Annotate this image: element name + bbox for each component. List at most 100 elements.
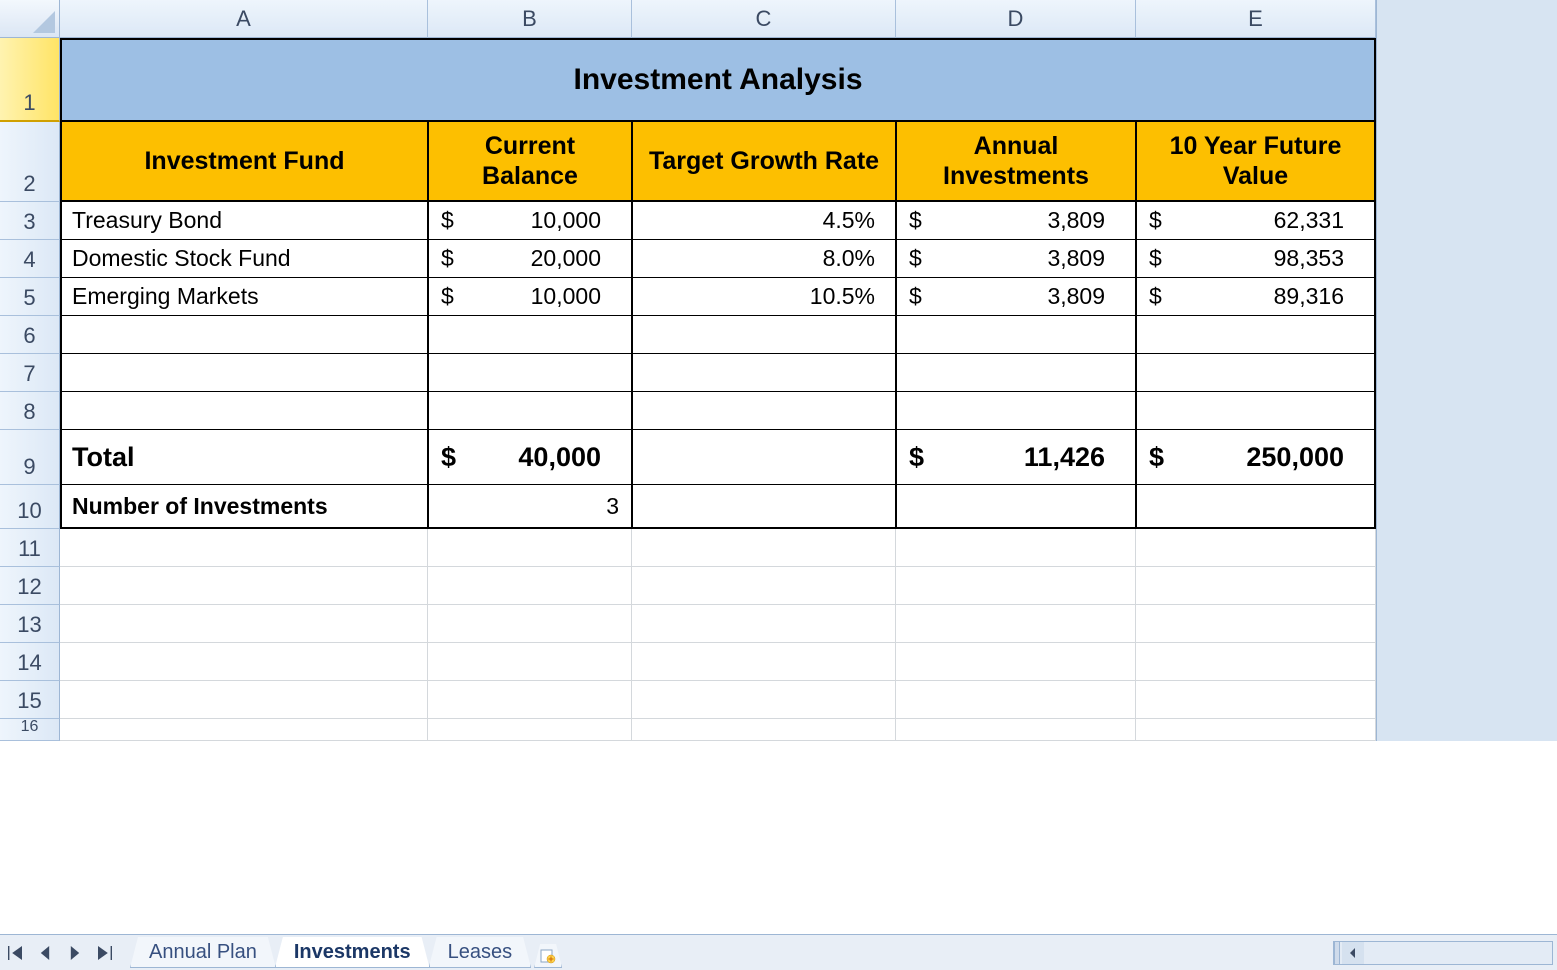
row-header-13[interactable]: 13 — [0, 605, 60, 643]
cell-B8[interactable] — [428, 392, 632, 430]
splitter-handle[interactable] — [1334, 942, 1340, 964]
cell-A11[interactable] — [60, 529, 428, 567]
cell-D11[interactable] — [896, 529, 1136, 567]
cell-E6[interactable] — [1136, 316, 1376, 354]
tab-leases[interactable]: Leases — [429, 937, 532, 968]
cell-D14[interactable] — [896, 643, 1136, 681]
header-balance[interactable]: Current Balance — [428, 122, 632, 202]
cell-E10[interactable] — [1136, 485, 1376, 529]
row-header-4[interactable]: 4 — [0, 240, 60, 278]
cell-D10[interactable] — [896, 485, 1136, 529]
cell-B12[interactable] — [428, 567, 632, 605]
cell-E7[interactable] — [1136, 354, 1376, 392]
new-sheet-button[interactable] — [534, 944, 562, 968]
last-sheet-button[interactable] — [92, 940, 118, 966]
cell-A5[interactable]: Emerging Markets — [60, 278, 428, 316]
cell-E16[interactable] — [1136, 719, 1376, 741]
col-header-D[interactable]: D — [896, 0, 1136, 38]
col-header-A[interactable]: A — [60, 0, 428, 38]
cell-C7[interactable] — [632, 354, 896, 392]
cell-B10[interactable]: 3 — [428, 485, 632, 529]
col-header-B[interactable]: B — [428, 0, 632, 38]
cell-B15[interactable] — [428, 681, 632, 719]
row-header-3[interactable]: 3 — [0, 202, 60, 240]
title-cell[interactable]: Investment Analysis — [60, 38, 1376, 122]
row-header-9[interactable]: 9 — [0, 430, 60, 485]
header-fund[interactable]: Investment Fund — [60, 122, 428, 202]
cell-C13[interactable] — [632, 605, 896, 643]
cell-A8[interactable] — [60, 392, 428, 430]
cell-C12[interactable] — [632, 567, 896, 605]
cell-D4[interactable]: $3,809 — [896, 240, 1136, 278]
cell-E14[interactable] — [1136, 643, 1376, 681]
cell-D7[interactable] — [896, 354, 1136, 392]
cell-E15[interactable] — [1136, 681, 1376, 719]
cell-C11[interactable] — [632, 529, 896, 567]
row-header-6[interactable]: 6 — [0, 316, 60, 354]
cell-B4[interactable]: $20,000 — [428, 240, 632, 278]
row-header-11[interactable]: 11 — [0, 529, 60, 567]
row-header-16[interactable]: 16 — [0, 719, 60, 741]
cell-D15[interactable] — [896, 681, 1136, 719]
cell-A14[interactable] — [60, 643, 428, 681]
cell-A12[interactable] — [60, 567, 428, 605]
prev-sheet-button[interactable] — [32, 940, 58, 966]
cell-C15[interactable] — [632, 681, 896, 719]
tab-annual-plan[interactable]: Annual Plan — [130, 937, 276, 968]
cell-E5[interactable]: $89,316 — [1136, 278, 1376, 316]
tab-investments[interactable]: Investments — [275, 937, 430, 968]
col-header-C[interactable]: C — [632, 0, 896, 38]
cell-E8[interactable] — [1136, 392, 1376, 430]
col-header-E[interactable]: E — [1136, 0, 1376, 38]
cell-B16[interactable] — [428, 719, 632, 741]
row-header-15[interactable]: 15 — [0, 681, 60, 719]
cell-C5[interactable]: 10.5% — [632, 278, 896, 316]
cell-E12[interactable] — [1136, 567, 1376, 605]
cell-C3[interactable]: 4.5% — [632, 202, 896, 240]
header-future[interactable]: 10 Year Future Value — [1136, 122, 1376, 202]
cell-B3[interactable]: $10,000 — [428, 202, 632, 240]
cell-B7[interactable] — [428, 354, 632, 392]
cell-B6[interactable] — [428, 316, 632, 354]
cell-D13[interactable] — [896, 605, 1136, 643]
cell-E11[interactable] — [1136, 529, 1376, 567]
cell-A6[interactable] — [60, 316, 428, 354]
cell-A7[interactable] — [60, 354, 428, 392]
row-header-1[interactable]: 1 — [0, 38, 60, 122]
cell-B5[interactable]: $10,000 — [428, 278, 632, 316]
cell-D5[interactable]: $3,809 — [896, 278, 1136, 316]
cell-C8[interactable] — [632, 392, 896, 430]
cell-B9[interactable]: $40,000 — [428, 430, 632, 485]
cell-D16[interactable] — [896, 719, 1136, 741]
cell-A13[interactable] — [60, 605, 428, 643]
select-all-corner[interactable] — [0, 0, 60, 38]
cell-A10-count-label[interactable]: Number of Investments — [60, 485, 428, 529]
header-rate[interactable]: Target Growth Rate — [632, 122, 896, 202]
cell-B11[interactable] — [428, 529, 632, 567]
cell-D6[interactable] — [896, 316, 1136, 354]
scroll-left-button[interactable] — [1342, 942, 1364, 964]
cell-B14[interactable] — [428, 643, 632, 681]
cell-E3[interactable]: $62,331 — [1136, 202, 1376, 240]
cell-C16[interactable] — [632, 719, 896, 741]
first-sheet-button[interactable] — [2, 940, 28, 966]
horizontal-scrollbar[interactable] — [1333, 941, 1553, 965]
row-header-8[interactable]: 8 — [0, 392, 60, 430]
cell-A4[interactable]: Domestic Stock Fund — [60, 240, 428, 278]
header-annual[interactable]: Annual Investments — [896, 122, 1136, 202]
cell-C14[interactable] — [632, 643, 896, 681]
cell-C9[interactable] — [632, 430, 896, 485]
cell-C6[interactable] — [632, 316, 896, 354]
row-header-5[interactable]: 5 — [0, 278, 60, 316]
row-header-10[interactable]: 10 — [0, 485, 60, 529]
row-header-2[interactable]: 2 — [0, 122, 60, 202]
cell-C4[interactable]: 8.0% — [632, 240, 896, 278]
sheet-grid[interactable]: A B C D E 1 Investment Analysis 2 Invest… — [0, 0, 1557, 934]
cell-A15[interactable] — [60, 681, 428, 719]
cell-E4[interactable]: $98,353 — [1136, 240, 1376, 278]
row-header-14[interactable]: 14 — [0, 643, 60, 681]
cell-D3[interactable]: $3,809 — [896, 202, 1136, 240]
next-sheet-button[interactable] — [62, 940, 88, 966]
cell-A9-total-label[interactable]: Total — [60, 430, 428, 485]
row-header-7[interactable]: 7 — [0, 354, 60, 392]
